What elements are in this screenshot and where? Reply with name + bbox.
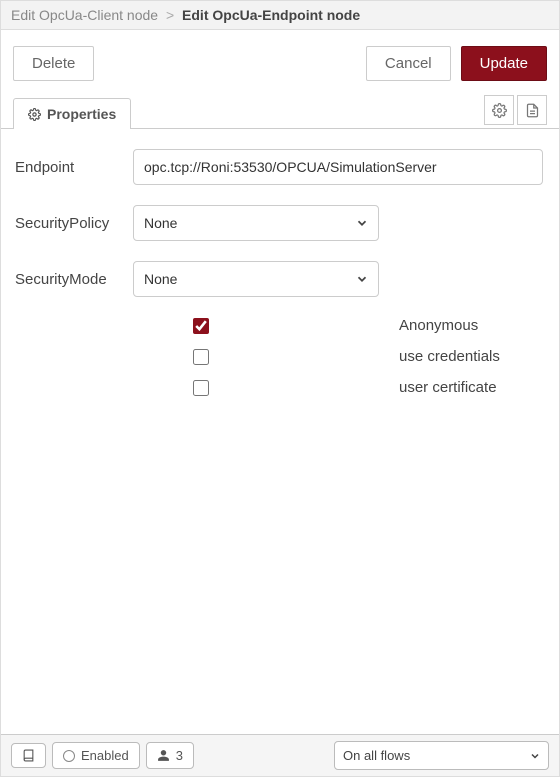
scope-select[interactable]: On all flows	[334, 741, 549, 770]
description-aux-button[interactable]	[517, 95, 547, 125]
breadcrumb-separator: >	[162, 7, 178, 23]
book-icon	[22, 749, 35, 762]
user-certificate-checkbox[interactable]	[193, 380, 209, 396]
breadcrumb: Edit OpcUa-Client node > Edit OpcUa-Endp…	[1, 1, 559, 30]
users-indicator[interactable]: 3	[146, 742, 194, 769]
form-panel: Endpoint SecurityPolicy None SecurityMod…	[1, 129, 559, 734]
gear-icon	[28, 108, 41, 121]
security-mode-label: SecurityMode	[15, 271, 133, 288]
user-count: 3	[176, 748, 183, 763]
use-credentials-label: use credentials	[399, 348, 500, 365]
endpoint-field[interactable]	[133, 149, 543, 185]
delete-button[interactable]: Delete	[13, 46, 94, 81]
anonymous-checkbox[interactable]	[193, 318, 209, 334]
settings-aux-button[interactable]	[484, 95, 514, 125]
tab-label: Properties	[47, 106, 116, 122]
docs-button[interactable]	[11, 743, 46, 768]
endpoint-label: Endpoint	[15, 159, 133, 176]
user-icon	[157, 749, 170, 762]
tab-bar: Properties	[1, 95, 559, 129]
use-credentials-checkbox[interactable]	[193, 349, 209, 365]
security-policy-label: SecurityPolicy	[15, 215, 133, 232]
enabled-label: Enabled	[81, 748, 129, 763]
anonymous-label: Anonymous	[399, 317, 478, 334]
gear-icon	[492, 103, 507, 118]
footer-bar: Enabled 3 On all flows	[1, 734, 559, 776]
tab-properties[interactable]: Properties	[13, 98, 131, 129]
security-policy-select[interactable]: None	[133, 205, 379, 241]
circle-icon	[63, 750, 75, 762]
enabled-toggle[interactable]: Enabled	[52, 742, 140, 769]
breadcrumb-prev[interactable]: Edit OpcUa-Client node	[11, 7, 158, 23]
update-button[interactable]: Update	[461, 46, 547, 81]
cancel-button[interactable]: Cancel	[366, 46, 451, 81]
action-bar: Delete Cancel Update	[1, 30, 559, 95]
user-certificate-label: user certificate	[399, 379, 497, 396]
file-icon	[525, 103, 540, 118]
security-mode-select[interactable]: None	[133, 261, 379, 297]
breadcrumb-current: Edit OpcUa-Endpoint node	[182, 7, 360, 23]
